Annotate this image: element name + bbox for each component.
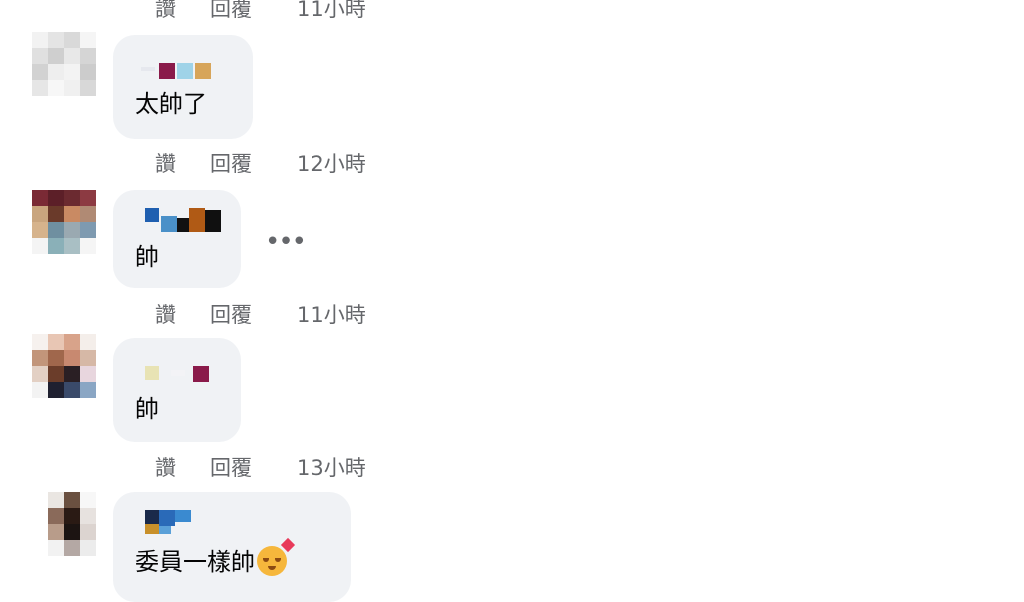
like-button[interactable]: 讚: [155, 0, 176, 23]
smiling-face-with-hearts-icon: [257, 537, 296, 576]
comment-actions: 讚 回覆 11小時: [155, 299, 395, 327]
comment-text: 帥: [135, 395, 159, 423]
timestamp[interactable]: 13小時: [297, 452, 366, 482]
reply-button[interactable]: 回覆: [210, 0, 252, 23]
avatar[interactable]: [32, 32, 96, 96]
like-button[interactable]: 讚: [155, 299, 176, 329]
comment-text: 太帥了: [135, 90, 207, 118]
avatar[interactable]: [32, 334, 96, 398]
reply-button[interactable]: 回覆: [210, 148, 252, 178]
comment-actions: 讚 回覆 12小時: [155, 148, 395, 176]
comment-text: 委員一樣帥: [135, 537, 296, 577]
comment-bubble: 太帥了: [113, 35, 253, 139]
reply-button[interactable]: 回覆: [210, 452, 252, 482]
comment-text-content: 委員一樣帥: [135, 548, 255, 576]
comment-bubble: 委員一樣帥: [113, 492, 351, 602]
timestamp[interactable]: 12小時: [297, 148, 366, 178]
timestamp[interactable]: 11小時: [297, 0, 366, 23]
reply-button[interactable]: 回覆: [210, 299, 252, 329]
comment-text: 帥: [135, 243, 159, 271]
comment-bubble: 帥: [113, 190, 241, 288]
more-options-icon[interactable]: •••: [265, 229, 307, 255]
comment-actions: 讚 回覆 13小時: [155, 452, 395, 480]
comment-actions: 讚 回覆 11小時: [155, 0, 395, 21]
avatar[interactable]: [32, 190, 96, 254]
timestamp[interactable]: 11小時: [297, 299, 366, 329]
avatar[interactable]: [48, 492, 96, 556]
like-button[interactable]: 讚: [155, 452, 176, 482]
comment-bubble: 帥: [113, 338, 241, 442]
like-button[interactable]: 讚: [155, 148, 176, 178]
